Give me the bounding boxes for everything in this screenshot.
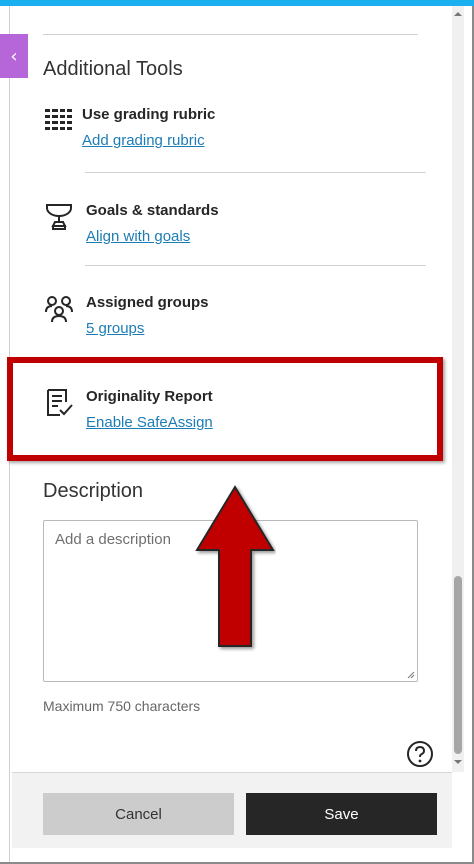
cancel-button[interactable]: Cancel (43, 793, 234, 835)
help-circle-icon[interactable] (406, 740, 434, 768)
description-char-limit: Maximum 750 characters (43, 698, 201, 714)
panel-footer: Cancel Save (12, 772, 452, 848)
groups-icon (45, 296, 73, 323)
divider (43, 34, 418, 35)
description-heading: Description (43, 480, 144, 502)
assigned-groups-link[interactable]: 5 groups (86, 320, 144, 337)
app-frame: ‹ Additional Tools Use grading rubric Ad… (0, 0, 474, 864)
rubric-grid-icon (45, 109, 72, 130)
tool-assigned-groups: Assigned groups 5 groups (44, 290, 424, 350)
additional-tools-heading: Additional Tools (43, 58, 183, 80)
divider (85, 172, 426, 173)
tool-label: Assigned groups (86, 294, 209, 311)
align-with-goals-link[interactable]: Align with goals (86, 228, 190, 245)
scroll-up-icon[interactable] (454, 10, 462, 18)
panel-scrollbar[interactable] (452, 6, 464, 772)
originality-report-highlight (7, 357, 443, 461)
tool-grading-rubric: Use grading rubric Add grading rubric (44, 102, 424, 162)
trophy-icon (46, 204, 72, 230)
save-button[interactable]: Save (246, 793, 437, 835)
tool-goals-standards: Goals & standards Align with goals (44, 198, 424, 258)
red-arrow-up-icon (195, 485, 275, 647)
resize-grip-icon[interactable] (405, 669, 415, 679)
scroll-down-icon[interactable] (454, 758, 462, 766)
add-grading-rubric-link[interactable]: Add grading rubric (82, 132, 205, 149)
tool-label: Use grading rubric (82, 106, 216, 123)
divider (85, 265, 426, 266)
scroll-thumb[interactable] (454, 576, 462, 754)
tool-label: Goals & standards (86, 202, 219, 219)
